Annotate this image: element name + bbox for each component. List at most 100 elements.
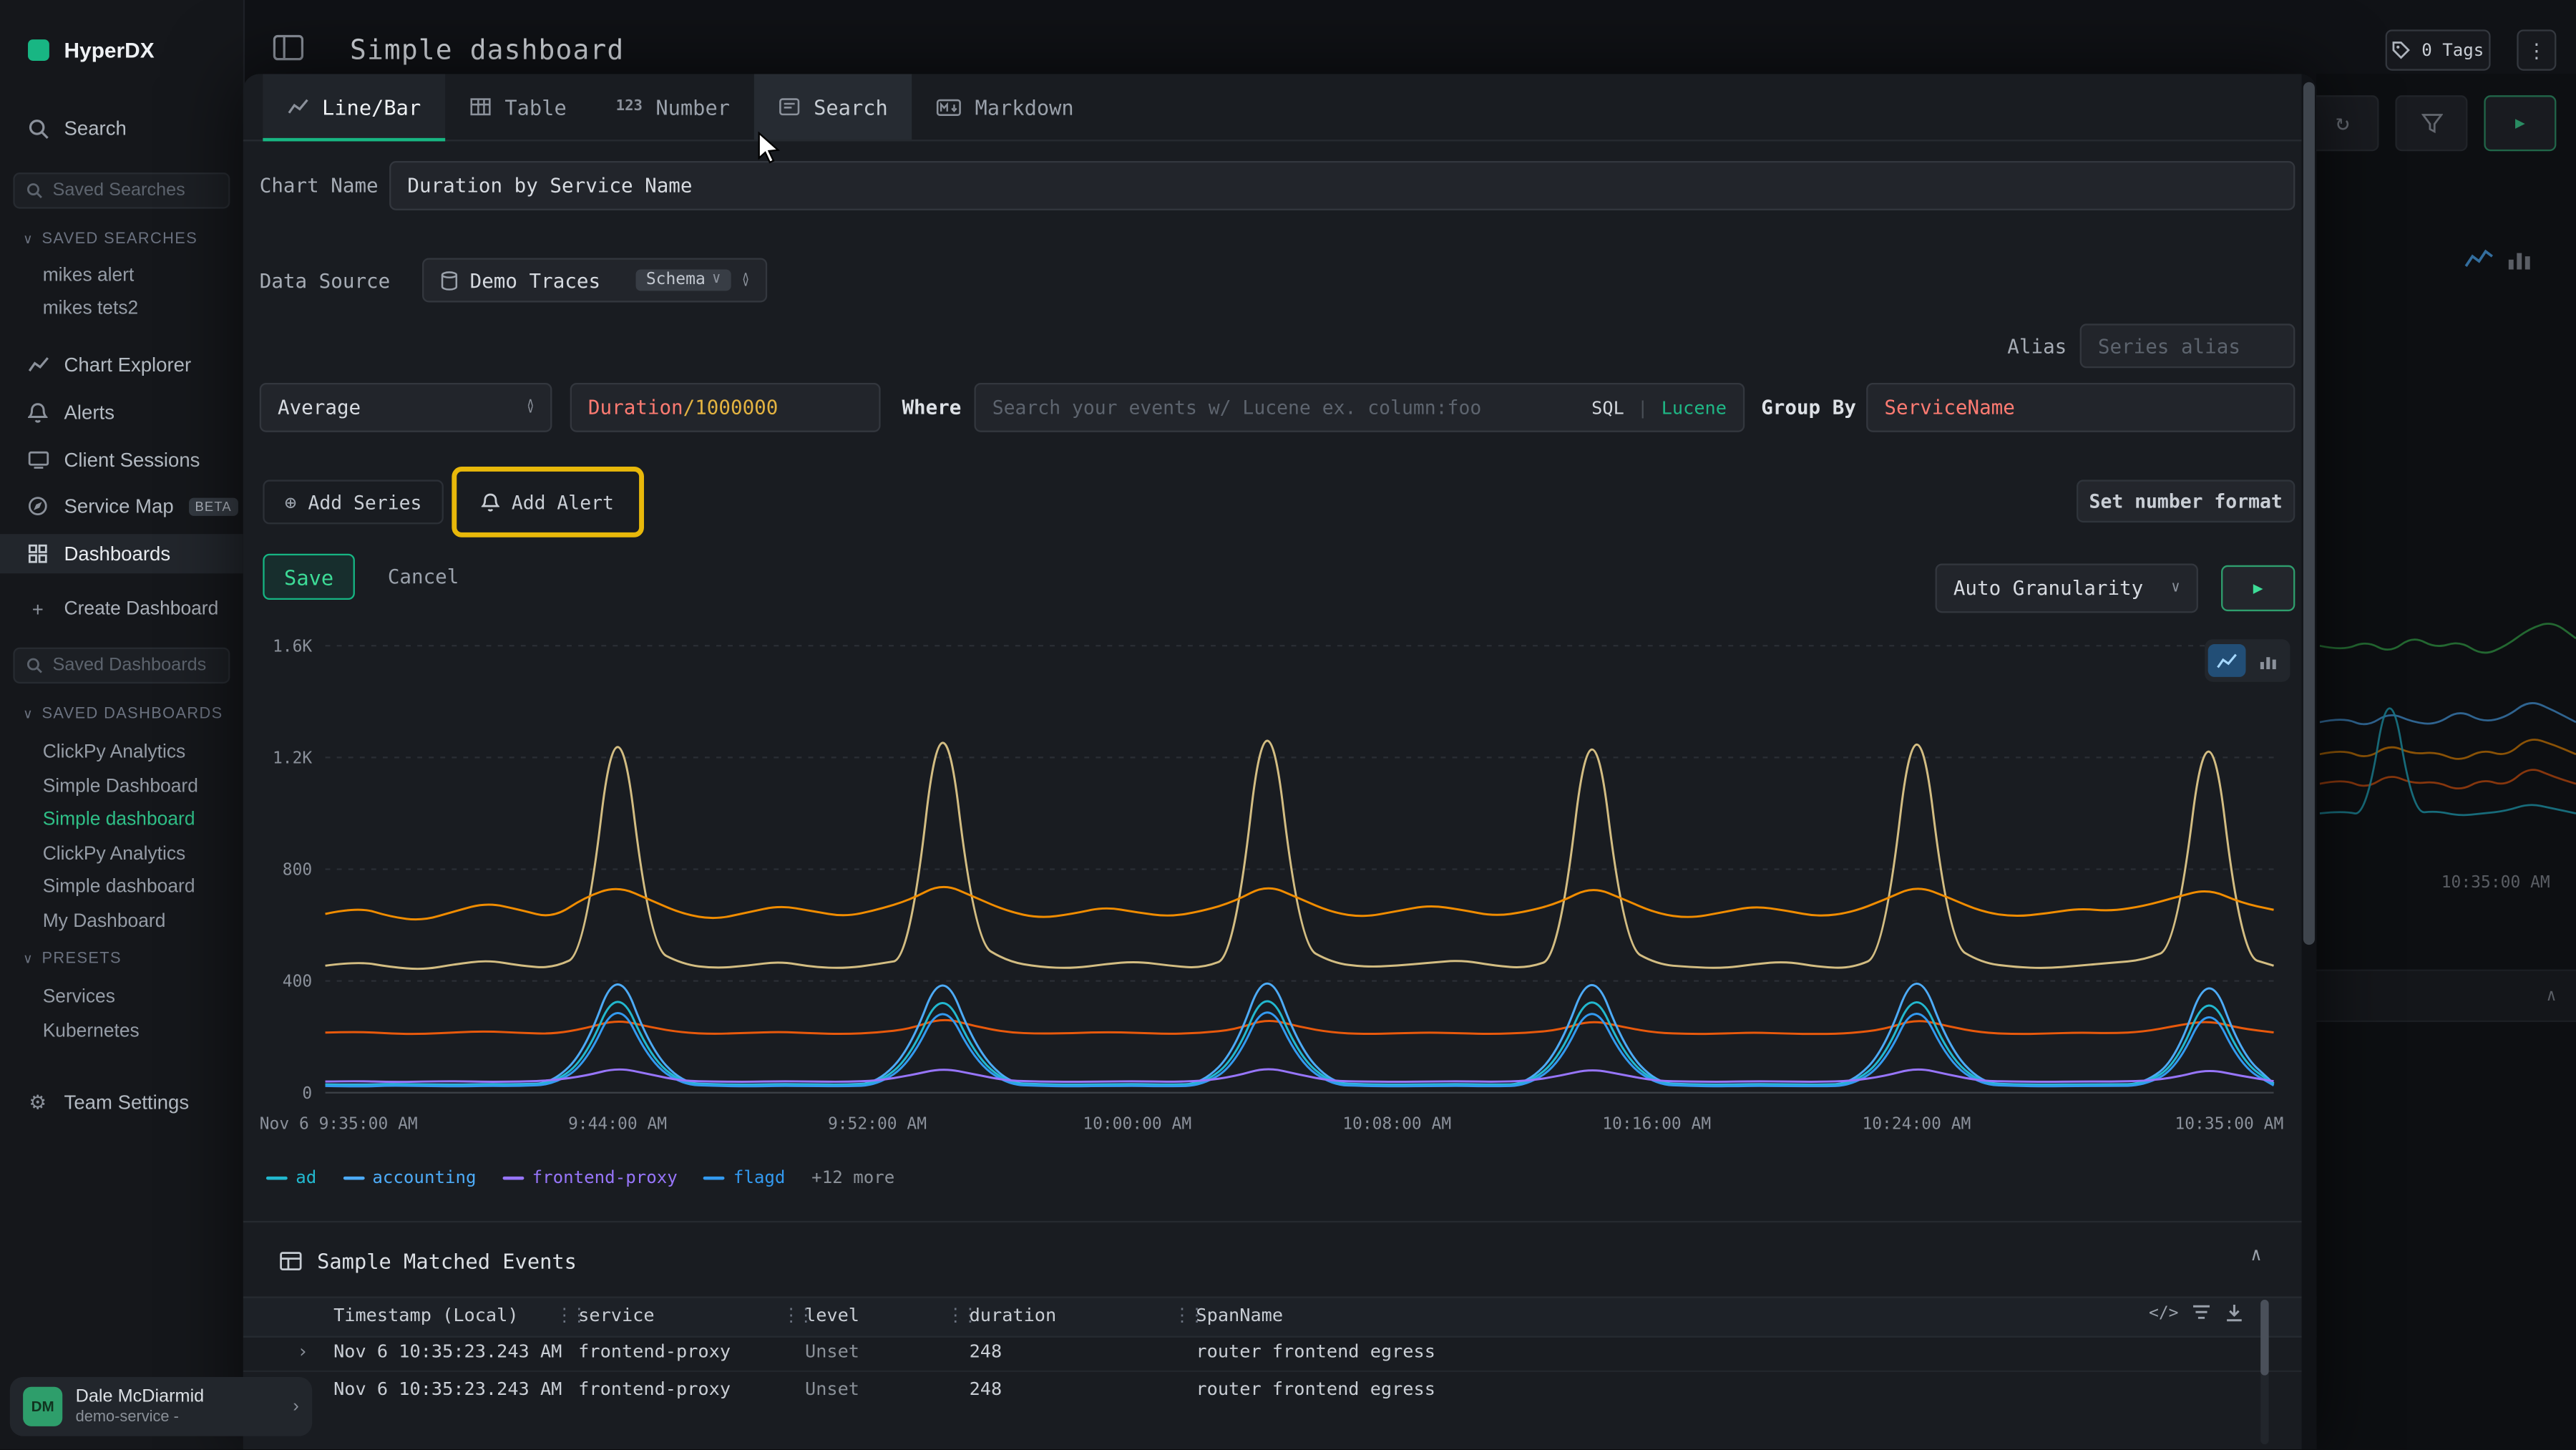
sidebar-item-alerts[interactable]: Alerts: [0, 393, 243, 432]
saved-searches-input[interactable]: Saved Searches: [13, 172, 230, 209]
schema-badge: Schema∨: [636, 270, 731, 291]
user-menu[interactable]: DM Dale McDiarmid demo-service - ›: [10, 1377, 312, 1436]
download-icon[interactable]: [2225, 1303, 2245, 1328]
tab-label: Markdown: [975, 94, 1073, 119]
cell-timestamp: Nov 6 10:35:23.243 AM: [333, 1340, 562, 1362]
brand[interactable]: HyperDX: [0, 29, 243, 69]
data-source-select[interactable]: Demo Traces Schema∨ ∧∨: [422, 258, 767, 302]
preset-item[interactable]: Services: [0, 981, 243, 1014]
saved-dashboards-section[interactable]: ∨ SAVED DASHBOARDS: [23, 705, 223, 723]
sidebar-item-service-map[interactable]: Service Map BETA: [0, 487, 243, 526]
cell-duration: 248: [970, 1378, 1002, 1400]
row-expand-icon[interactable]: ›: [298, 1340, 308, 1362]
column-header-service[interactable]: service: [578, 1305, 654, 1326]
granularity-value: Auto Granularity: [1953, 577, 2171, 600]
field-expression-input[interactable]: Duration/1000000: [570, 383, 881, 432]
sql-toggle[interactable]: SQL: [1591, 396, 1624, 418]
code-icon[interactable]: </>: [2149, 1305, 2178, 1323]
legend-item[interactable]: frontend-proxy: [502, 1168, 678, 1188]
events-title: Sample Matched Events: [317, 1248, 577, 1273]
sidebar-item-client-sessions[interactable]: Client Sessions: [0, 440, 243, 480]
run-chart-button[interactable]: ▶: [2221, 565, 2295, 611]
tab-search[interactable]: Search: [754, 74, 912, 140]
line-chart-toggle[interactable]: [2207, 644, 2245, 677]
save-button[interactable]: Save: [263, 554, 355, 600]
sidebar-item-search[interactable]: Search: [0, 109, 243, 148]
cancel-button[interactable]: Cancel: [388, 554, 459, 600]
avatar: DM: [23, 1387, 62, 1426]
saved-search-label: mikes tets2: [43, 299, 139, 319]
aggregation-select[interactable]: Average ∧∨: [260, 383, 552, 432]
set-number-format-button[interactable]: Set number format: [2077, 480, 2295, 522]
tab-line-bar[interactable]: Line/Bar: [263, 74, 445, 140]
legend-item[interactable]: accounting: [343, 1168, 476, 1188]
events-row[interactable]: › Nov 6 10:35:23.243 AM frontend-proxy U…: [243, 1334, 2316, 1372]
saved-searches-section[interactable]: ∨ SAVED SEARCHES: [23, 230, 197, 248]
presets-section[interactable]: ∨ PRESETS: [23, 950, 122, 968]
group-by-input[interactable]: ServiceName: [1866, 383, 2295, 432]
tags-button-label: 0 Tags: [2421, 40, 2484, 60]
modal-scrollbar-thumb[interactable]: [2303, 82, 2315, 945]
alias-input[interactable]: [2080, 323, 2296, 368]
saved-search-item[interactable]: mikes alert: [0, 260, 243, 293]
svg-text:1.6K: 1.6K: [273, 637, 312, 656]
preset-label: Kubernetes: [43, 1022, 140, 1042]
save-label: Save: [284, 565, 333, 589]
create-dashboard-button[interactable]: + Create Dashboard: [0, 592, 243, 628]
dashboard-item[interactable]: ClickPy Analytics: [0, 736, 243, 769]
svg-text:10:35:00 AM: 10:35:00 AM: [2175, 1114, 2283, 1133]
bar-chart-toggle[interactable]: [2250, 644, 2288, 677]
column-header-duration[interactable]: duration: [970, 1305, 1057, 1326]
svg-text:9:52:00 AM: 9:52:00 AM: [828, 1114, 927, 1133]
user-name: Dale McDiarmid: [76, 1386, 280, 1408]
chart-name-input[interactable]: [389, 161, 2295, 210]
where-search-input[interactable]: Search your events w/ Lucene ex. column:…: [974, 383, 1745, 432]
dashboard-item[interactable]: My Dashboard: [0, 905, 243, 938]
filter-lines-icon[interactable]: [2192, 1303, 2212, 1326]
add-alert-button[interactable]: Add Alert: [470, 480, 626, 524]
svg-text:10:00:00 AM: 10:00:00 AM: [1083, 1114, 1191, 1133]
sidebar-item-label: Dashboards: [64, 542, 171, 565]
events-scrollbar[interactable]: [2260, 1300, 2268, 1444]
search-results-icon: [779, 97, 801, 117]
saved-dashboards-input[interactable]: Saved Dashboards: [13, 648, 230, 684]
column-header-level[interactable]: level: [805, 1305, 859, 1326]
dashboard-item[interactable]: Simple dashboard: [0, 871, 243, 904]
sidebar-item-dashboards[interactable]: Dashboards: [0, 534, 243, 573]
cell-level: Unset: [805, 1378, 859, 1400]
sidebar-item-chart-explorer[interactable]: Chart Explorer: [0, 345, 243, 384]
granularity-select[interactable]: Auto Granularity ∨: [1936, 563, 2198, 613]
legend-swatch: [266, 1177, 288, 1180]
sidebar-collapse-icon[interactable]: [273, 33, 306, 62]
legend-more[interactable]: +12 more: [811, 1168, 894, 1188]
lucene-toggle[interactable]: Lucene: [1662, 396, 1727, 418]
tab-number[interactable]: 123 Number: [591, 74, 754, 140]
dashboard-item[interactable]: Simple Dashboard: [0, 771, 243, 804]
line-chart-icon: [288, 97, 309, 117]
preset-item[interactable]: Kubernetes: [0, 1016, 243, 1048]
tab-table[interactable]: Table: [446, 74, 592, 140]
events-table-header: Timestamp (Local) ⋮⋮ service ⋮⋮ level ⋮⋮…: [243, 1296, 2316, 1337]
tab-markdown[interactable]: Markdown: [912, 74, 1098, 140]
kebab-menu-button[interactable]: ⋮: [2517, 29, 2556, 70]
column-header-spanname[interactable]: SpanName: [1196, 1305, 1283, 1326]
events-collapse-button[interactable]: ∧: [2250, 1244, 2261, 1265]
legend-item[interactable]: ad: [266, 1168, 316, 1188]
modal-scrollbar[interactable]: [2302, 74, 2317, 1449]
add-series-button[interactable]: ⊕ Add Series: [263, 480, 444, 524]
play-icon: ▶: [2253, 579, 2263, 597]
legend-item[interactable]: flagd: [704, 1168, 786, 1188]
tags-button[interactable]: 0 Tags: [2386, 29, 2491, 70]
dashboard-item[interactable]: ClickPy Analytics: [0, 838, 243, 871]
preset-label: Services: [43, 988, 115, 1008]
plus-circle-icon: ⊕: [285, 490, 297, 513]
aggregation-value: Average: [278, 396, 527, 419]
column-header-timestamp[interactable]: Timestamp (Local): [333, 1305, 519, 1326]
events-row[interactable]: › Nov 6 10:35:23.243 AM frontend-proxy U…: [243, 1372, 2316, 1408]
sidebar-item-team-settings[interactable]: ⚙ Team Settings: [0, 1083, 243, 1122]
chevron-down-icon: ∨: [2171, 581, 2180, 596]
saved-search-item[interactable]: mikes tets2: [0, 293, 243, 326]
dashboard-item-active[interactable]: Simple dashboard: [0, 804, 243, 837]
page-title: Simple dashboard: [350, 34, 624, 66]
markdown-icon: [937, 98, 962, 116]
